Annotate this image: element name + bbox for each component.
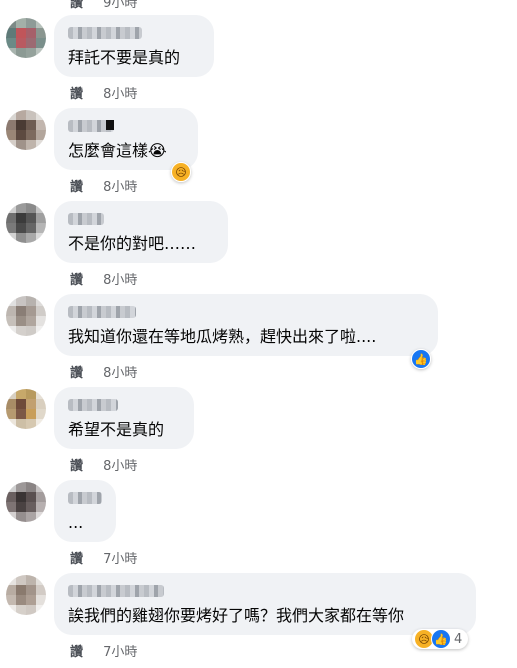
comment-meta: 讚 7小時 <box>70 641 137 660</box>
like-link[interactable]: 讚 <box>70 366 83 381</box>
like-icon: 👍 <box>411 349 431 369</box>
author-name-redacted[interactable] <box>68 306 136 318</box>
timestamp: 9小時 <box>103 0 138 11</box>
reaction-badge[interactable]: 👍 <box>411 349 431 369</box>
like-icon: 👍 <box>431 629 451 649</box>
comment-meta: 讚 8小時 <box>70 362 137 381</box>
timestamp[interactable]: 8小時 <box>103 87 137 102</box>
like-link[interactable]: 讚 <box>70 0 83 11</box>
avatar[interactable] <box>6 110 46 150</box>
comment-bubble: 希望不是真的 <box>54 387 194 449</box>
author-name-redacted[interactable] <box>68 492 102 504</box>
comment-meta: 讚 8小時 <box>70 455 137 474</box>
name-mark <box>106 120 114 130</box>
comment-text: 不是你的對吧…… <box>68 234 197 253</box>
author-name-redacted[interactable] <box>68 27 142 39</box>
comment-bubble: 不是你的對吧…… <box>54 201 228 263</box>
timestamp[interactable]: 8小時 <box>103 273 137 288</box>
like-link[interactable]: 讚 <box>70 645 83 660</box>
comment-text: 希望不是真的 <box>68 420 165 439</box>
avatar[interactable] <box>6 482 46 522</box>
timestamp[interactable]: 7小時 <box>103 552 137 567</box>
author-name-redacted[interactable] <box>68 585 164 597</box>
timestamp[interactable]: 8小時 <box>103 459 137 474</box>
avatar[interactable] <box>6 18 46 58</box>
timestamp[interactable]: 7小時 <box>103 645 137 660</box>
timestamp[interactable]: 8小時 <box>103 366 137 381</box>
comment-text: 怎麼會這樣😭 <box>68 141 167 160</box>
reaction-badge[interactable]: 😥 <box>171 162 191 182</box>
author-name-redacted[interactable] <box>68 213 104 225</box>
comment-bubble: 我知道你還在等地瓜烤熟，趕快出來了啦.... <box>54 294 438 356</box>
like-link[interactable]: 讚 <box>70 180 83 195</box>
like-link[interactable]: 讚 <box>70 273 83 288</box>
avatar[interactable] <box>6 203 46 243</box>
comment-meta: 讚 8小時 <box>70 83 137 102</box>
comment-bubble: 怎麼會這樣😭 <box>54 108 198 170</box>
comment-meta: 讚 8小時 <box>70 176 137 195</box>
comment-bubble: 拜託不要是真的 <box>54 15 214 77</box>
like-link[interactable]: 讚 <box>70 87 83 102</box>
avatar[interactable] <box>6 389 46 429</box>
comment-meta: 讚 8小時 <box>70 269 137 288</box>
timestamp[interactable]: 8小時 <box>103 180 137 195</box>
comment-text: ... <box>68 513 84 532</box>
like-link[interactable]: 讚 <box>70 552 83 567</box>
reaction-count: 4 <box>454 631 463 647</box>
comment-text: 誒我們的雞翅你要烤好了嗎？我們大家都在等你 <box>68 606 405 625</box>
avatar[interactable] <box>6 296 46 336</box>
avatar[interactable] <box>6 575 46 615</box>
comment-meta: 讚 7小時 <box>70 548 137 567</box>
like-link[interactable]: 讚 <box>70 459 83 474</box>
reaction-badge[interactable]: 😥 👍 4 <box>412 629 469 649</box>
sad-emoji-icon: 😥 <box>171 162 191 182</box>
comment-text: 我知道你還在等地瓜烤熟，趕快出來了啦.... <box>68 327 377 346</box>
partial-meta: 讚 9小時 <box>70 0 137 11</box>
comment-text: 拜託不要是真的 <box>68 48 181 67</box>
comment-bubble: 誒我們的雞翅你要烤好了嗎？我們大家都在等你 <box>54 573 476 635</box>
author-name-redacted[interactable] <box>68 399 118 411</box>
comment-bubble: ... <box>54 480 116 542</box>
